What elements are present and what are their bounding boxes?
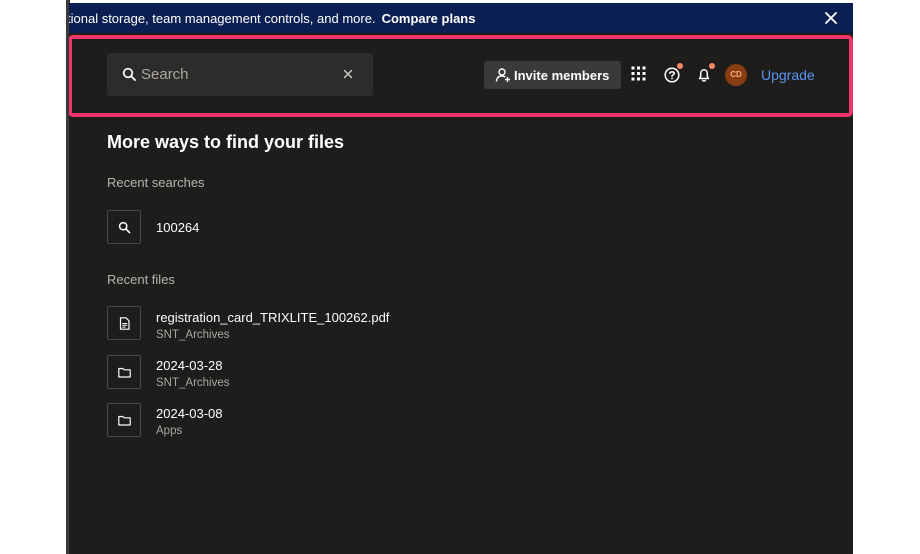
notifications-button[interactable]: [695, 63, 715, 84]
notification-dot: [677, 63, 683, 69]
pdf-file-icon: [119, 317, 130, 330]
folder-icon-tile: [107, 403, 141, 437]
page-title: More ways to find your files: [107, 132, 345, 152]
search-icon: [122, 67, 136, 81]
banner-message: tional storage, team management controls…: [69, 11, 376, 26]
search-icon-tile: [107, 210, 141, 244]
folder-icon-tile: [107, 355, 141, 389]
clear-icon[interactable]: [343, 69, 353, 79]
list-item[interactable]: registration_card_TRIXLITE_100262.pdf SN…: [69, 305, 853, 345]
recent-search-query: 100264: [156, 220, 200, 235]
add-person-icon: [495, 68, 510, 82]
recent-files-heading: Recent files: [107, 272, 175, 287]
folder-icon: [118, 415, 131, 426]
promo-banner: tional storage, team management controls…: [69, 3, 853, 33]
notification-dot: [709, 63, 715, 69]
upgrade-link[interactable]: Upgrade: [761, 67, 815, 83]
avatar[interactable]: CD: [725, 64, 747, 86]
file-location: SNT_Archives: [156, 329, 230, 341]
app-grid-icon[interactable]: [631, 66, 646, 81]
search-input[interactable]: [141, 63, 331, 86]
file-icon-tile: [107, 306, 141, 340]
folder-name: 2024-03-08: [156, 406, 223, 421]
banner-text: tional storage, team management controls…: [69, 11, 475, 26]
invite-members-label: Invite members: [514, 68, 610, 83]
invite-members-button[interactable]: Invite members: [484, 61, 621, 89]
help-button[interactable]: [663, 63, 683, 84]
recent-search-item[interactable]: 100264: [69, 208, 853, 248]
folder-location: SNT_Archives: [156, 377, 230, 389]
search-bar[interactable]: [107, 53, 373, 96]
app-window: tional storage, team management controls…: [69, 3, 853, 554]
list-item[interactable]: 2024-03-28 SNT_Archives: [69, 353, 853, 393]
close-icon[interactable]: [824, 11, 838, 25]
search-icon: [118, 221, 131, 234]
compare-plans-link[interactable]: Compare plans: [382, 11, 476, 26]
folder-location: Apps: [156, 425, 183, 437]
recent-searches-heading: Recent searches: [107, 175, 205, 190]
folder-icon: [118, 367, 131, 378]
folder-name: 2024-03-28: [156, 358, 223, 373]
file-name: registration_card_TRIXLITE_100262.pdf: [156, 310, 390, 325]
list-item[interactable]: 2024-03-08 Apps: [69, 401, 853, 441]
